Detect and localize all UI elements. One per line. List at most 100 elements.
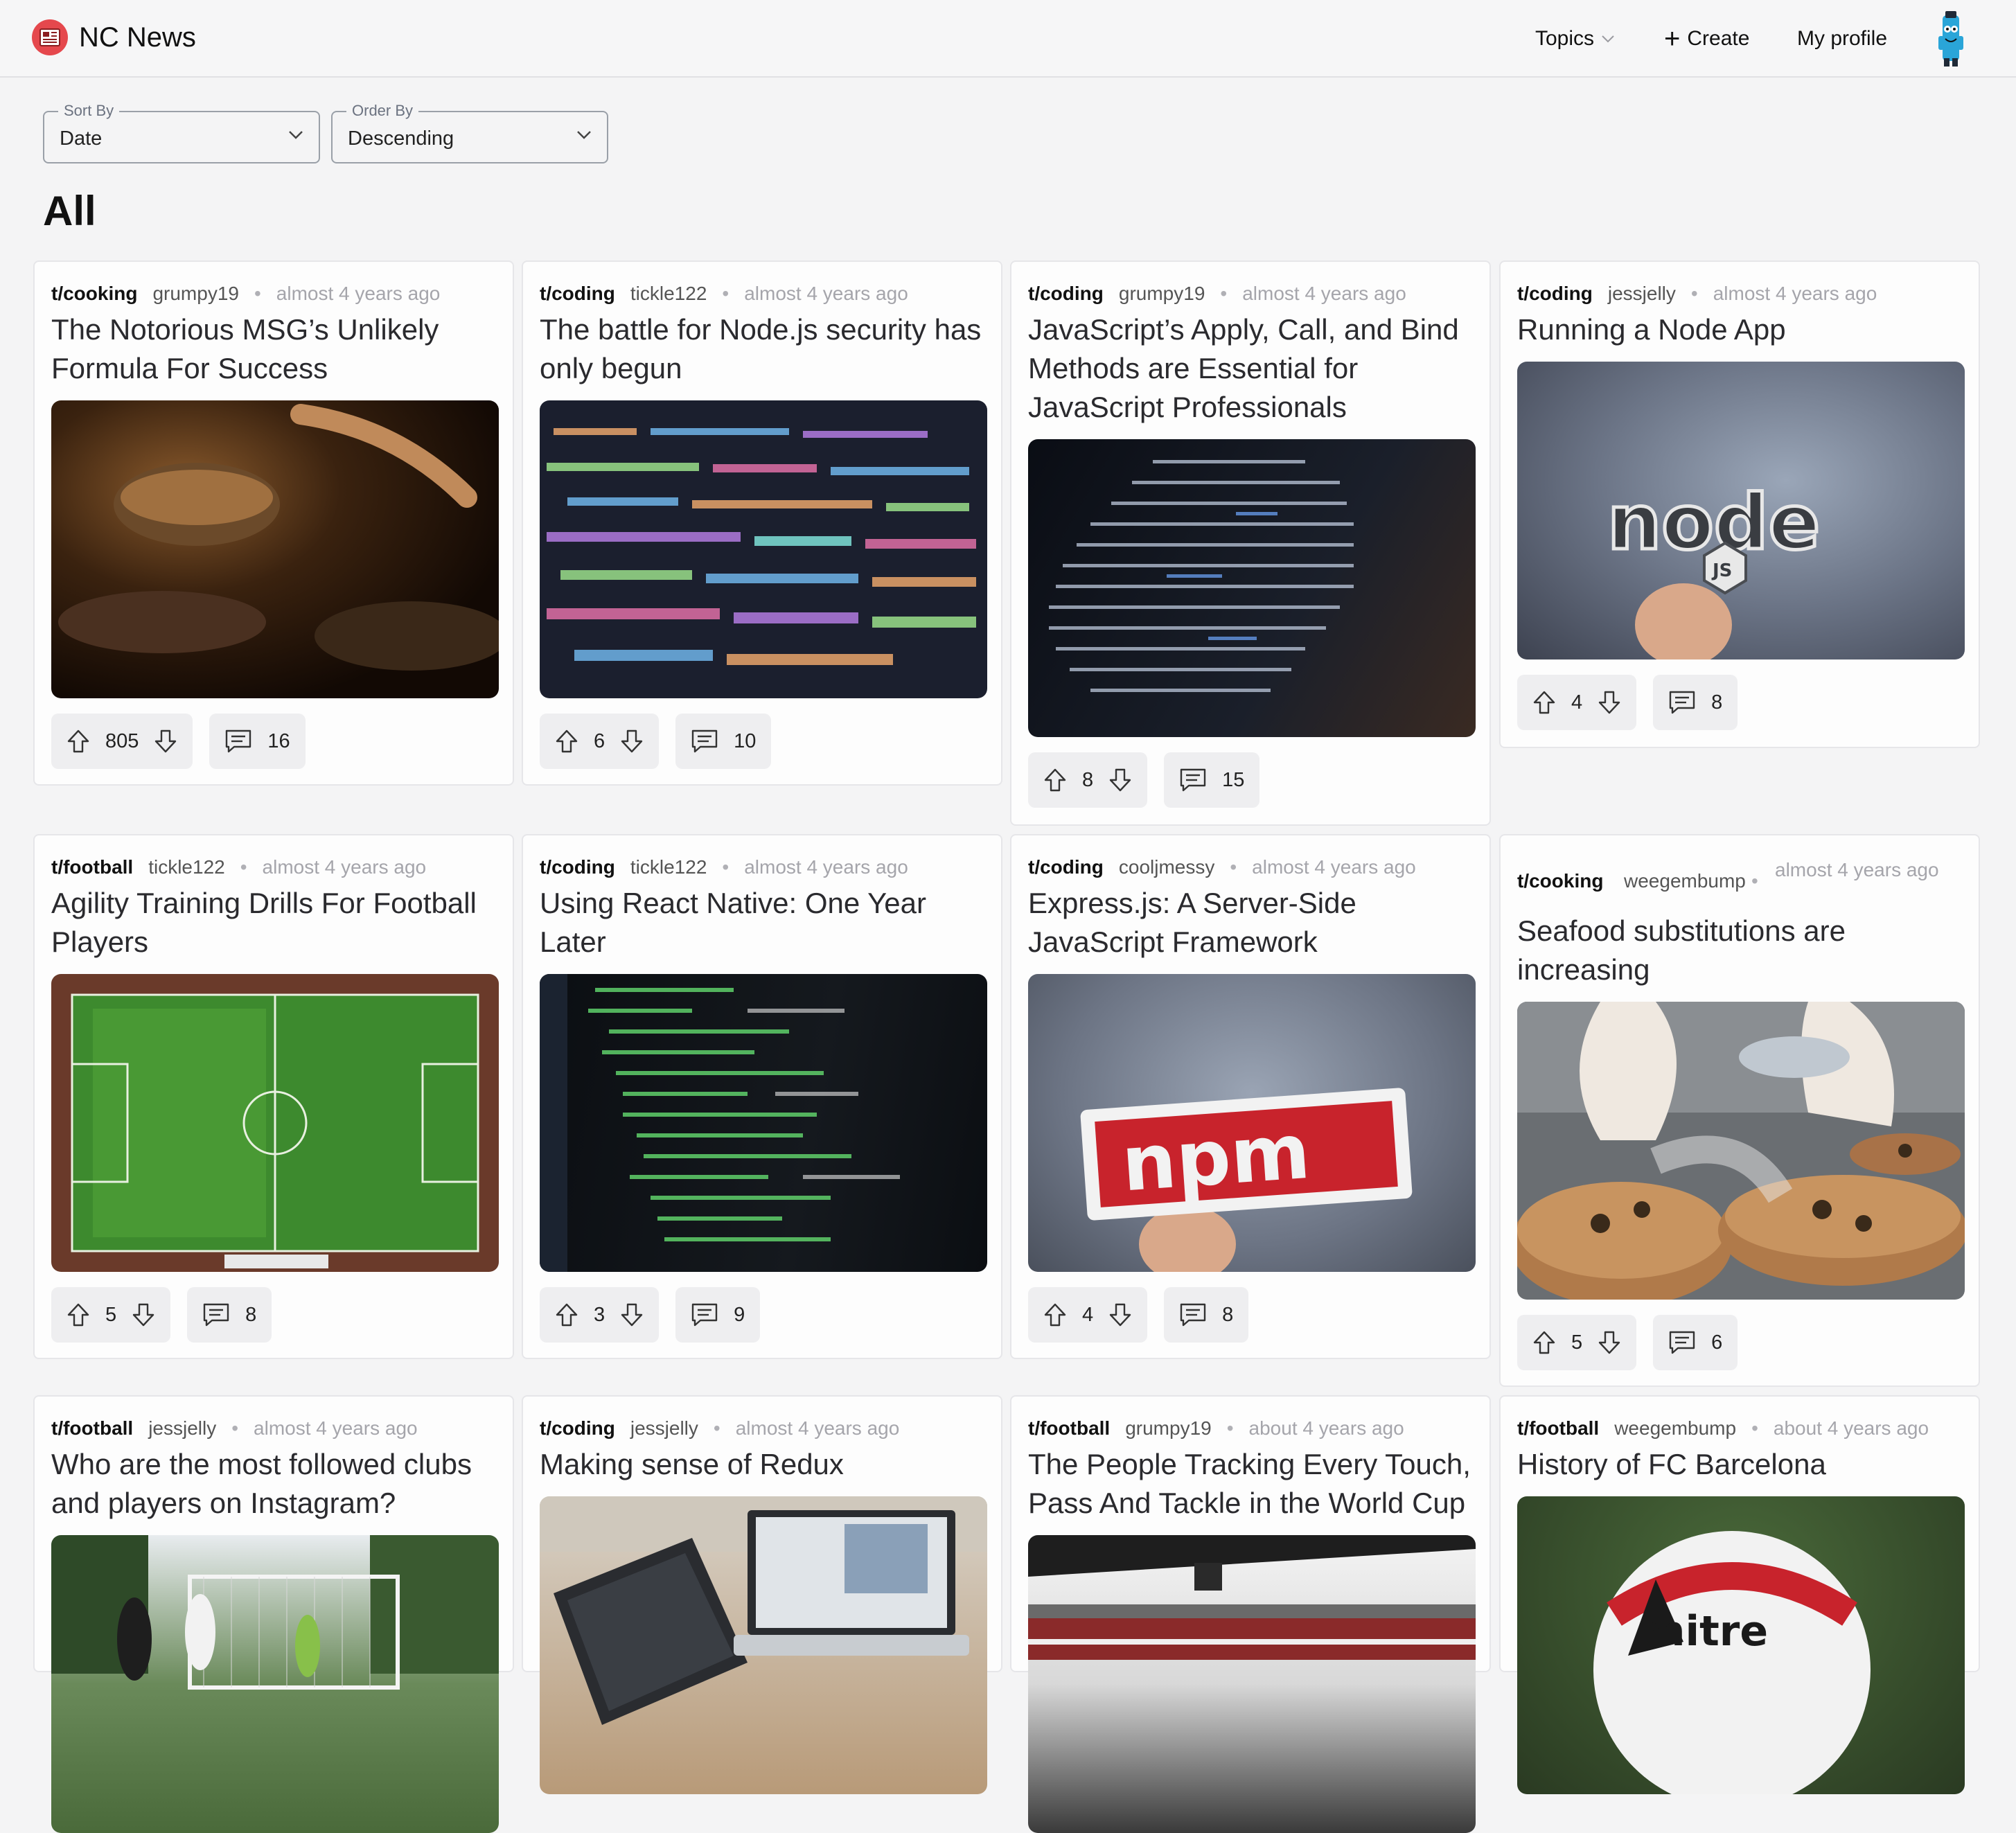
topic-link[interactable]: t/coding <box>1517 283 1593 304</box>
upvote-icon[interactable] <box>555 729 578 754</box>
app-logo[interactable]: NC News <box>32 19 196 55</box>
vote-control: 4 <box>1517 675 1637 730</box>
comments-button[interactable]: 6 <box>1653 1315 1738 1370</box>
upvote-icon[interactable] <box>1043 768 1067 792</box>
article-title[interactable]: Who are the most followed clubs and play… <box>51 1445 496 1523</box>
vote-count: 6 <box>594 729 605 752</box>
topic-link[interactable]: t/football <box>51 856 133 878</box>
article-title[interactable]: History of FC Barcelona <box>1517 1445 1962 1484</box>
article-card[interactable]: t/coding grumpy19 • almost 4 years ago Java… <box>1010 260 1491 826</box>
article-image[interactable] <box>540 974 987 1272</box>
comments-button[interactable]: 8 <box>187 1287 272 1343</box>
article-title[interactable]: Agility Training Drills For Football Pla… <box>51 884 496 962</box>
upvote-icon[interactable] <box>67 729 90 754</box>
downvote-icon[interactable] <box>132 1302 155 1327</box>
article-meta: t/coding tickle122 • almost 4 years ago <box>540 856 908 878</box>
topic-link[interactable]: t/coding <box>1028 856 1104 878</box>
topic-link[interactable]: t/football <box>1028 1417 1110 1439</box>
create-button[interactable]: + Create <box>1664 0 1749 78</box>
downvote-icon[interactable] <box>620 1302 644 1327</box>
article-image[interactable] <box>51 974 499 1272</box>
article-card[interactable]: t/football jessjelly • almost 4 years ago W… <box>33 1395 514 1833</box>
timestamp: almost 4 years ago <box>1713 283 1877 304</box>
author-name: jessjelly <box>630 1417 698 1439</box>
comments-button[interactable]: 16 <box>209 714 306 769</box>
topic-link[interactable]: t/coding <box>540 283 615 304</box>
article-title[interactable]: Running a Node App <box>1517 310 1962 349</box>
topic-link[interactable]: t/coding <box>540 856 615 878</box>
plus-icon: + <box>1664 24 1681 54</box>
article-title[interactable]: The battle for Node.js security has only… <box>540 310 984 388</box>
article-image[interactable]: mitre <box>1517 1496 1965 1794</box>
comments-button[interactable]: 8 <box>1164 1287 1249 1343</box>
article-image[interactable] <box>51 1535 499 1833</box>
article-title[interactable]: Seafood substitutions are increasing <box>1517 912 1962 989</box>
avatar[interactable] <box>1936 11 1966 67</box>
downvote-icon[interactable] <box>620 729 644 754</box>
topic-link[interactable]: t/coding <box>540 1417 615 1439</box>
upvote-icon[interactable] <box>555 1302 578 1327</box>
comments-button[interactable]: 10 <box>675 714 772 769</box>
comments-button[interactable]: 9 <box>675 1287 761 1343</box>
article-card[interactable]: t/cooking weegembump • almost 4 years ag… <box>1499 834 1980 1387</box>
article-card[interactable]: t/coding tickle122 • almost 4 years ago The… <box>522 260 1002 786</box>
topics-menu-button[interactable]: Topics <box>1535 0 1615 78</box>
upvote-icon[interactable] <box>1043 1302 1067 1327</box>
topic-link[interactable]: t/football <box>1517 1417 1599 1439</box>
article-card[interactable]: t/coding cooljmessy • almost 4 years ago Ex… <box>1010 834 1491 1359</box>
comments-button[interactable]: 8 <box>1653 675 1738 730</box>
downvote-icon[interactable] <box>1108 1302 1132 1327</box>
comments-button[interactable]: 15 <box>1164 752 1260 808</box>
article-image[interactable] <box>540 400 987 698</box>
vote-control: 6 <box>540 714 660 769</box>
upvote-icon[interactable] <box>1532 1330 1556 1355</box>
topic-link[interactable]: t/football <box>51 1417 133 1439</box>
upvote-icon[interactable] <box>67 1302 90 1327</box>
topic-link[interactable]: t/coding <box>1028 283 1104 304</box>
upvote-icon[interactable] <box>1532 690 1556 715</box>
topics-label: Topics <box>1535 27 1595 50</box>
article-card[interactable]: t/cooking grumpy19 • almost 4 years ago The… <box>33 260 514 786</box>
article-image[interactable] <box>51 400 499 698</box>
sort-by-select[interactable]: Sort By Date <box>43 102 320 163</box>
vote-control: 3 <box>540 1287 660 1343</box>
downvote-icon[interactable] <box>154 729 177 754</box>
article-image[interactable]: npm <box>1028 974 1476 1272</box>
article-card[interactable]: t/coding jessjelly • almost 4 years ago Mak… <box>522 1395 1002 1794</box>
create-label: Create <box>1687 27 1750 50</box>
article-actions: 5 6 <box>1517 1315 1738 1370</box>
article-card[interactable]: t/football weegembump • about 4 years ago H… <box>1499 1395 1980 1794</box>
article-image[interactable] <box>1517 1002 1965 1300</box>
article-meta: t/football tickle122 • almost 4 years ago <box>51 856 427 878</box>
article-title[interactable]: Making sense of Redux <box>540 1445 984 1484</box>
downvote-icon[interactable] <box>1108 768 1132 792</box>
my-profile-link[interactable]: My profile <box>1797 0 1887 78</box>
article-meta: t/cooking weegembump • almost 4 years ag… <box>1517 856 1962 892</box>
vote-count: 5 <box>1571 1331 1583 1354</box>
article-title[interactable]: The People Tracking Every Touch, Pass An… <box>1028 1445 1473 1523</box>
sort-by-value: Date <box>60 127 103 150</box>
article-title[interactable]: The Notorious MSG’s Unlikely Formula For… <box>51 310 496 388</box>
article-image[interactable] <box>540 1496 987 1794</box>
article-title[interactable]: Express.js: A Server-Side JavaScript Fra… <box>1028 884 1473 962</box>
article-card[interactable]: t/football tickle122 • almost 4 years ago A… <box>33 834 514 1359</box>
topic-link[interactable]: t/cooking <box>51 283 137 304</box>
article-card[interactable]: t/football grumpy19 • about 4 years ago The… <box>1010 1395 1491 1833</box>
downvote-icon[interactable] <box>1598 1330 1621 1355</box>
article-title[interactable]: Using React Native: One Year Later <box>540 884 984 962</box>
comment-count: 16 <box>267 729 290 752</box>
vote-control: 5 <box>1517 1315 1637 1370</box>
article-actions: 5 8 <box>51 1287 272 1343</box>
article-image[interactable]: node JS <box>1517 362 1965 659</box>
article-image[interactable] <box>1028 439 1476 737</box>
article-image[interactable] <box>1028 1535 1476 1833</box>
article-actions: 6 10 <box>540 714 772 769</box>
vote-count: 4 <box>1571 691 1583 714</box>
article-title[interactable]: JavaScript’s Apply, Call, and Bind Metho… <box>1028 310 1473 427</box>
topic-link[interactable]: t/cooking <box>1517 870 1603 892</box>
downvote-icon[interactable] <box>1598 690 1621 715</box>
article-card[interactable]: t/coding tickle122 • almost 4 years ago Usi… <box>522 834 1002 1359</box>
vote-count: 5 <box>105 1303 117 1326</box>
article-card[interactable]: t/coding jessjelly • almost 4 years ago Run… <box>1499 260 1980 748</box>
order-by-select[interactable]: Order By Descending <box>331 102 608 163</box>
